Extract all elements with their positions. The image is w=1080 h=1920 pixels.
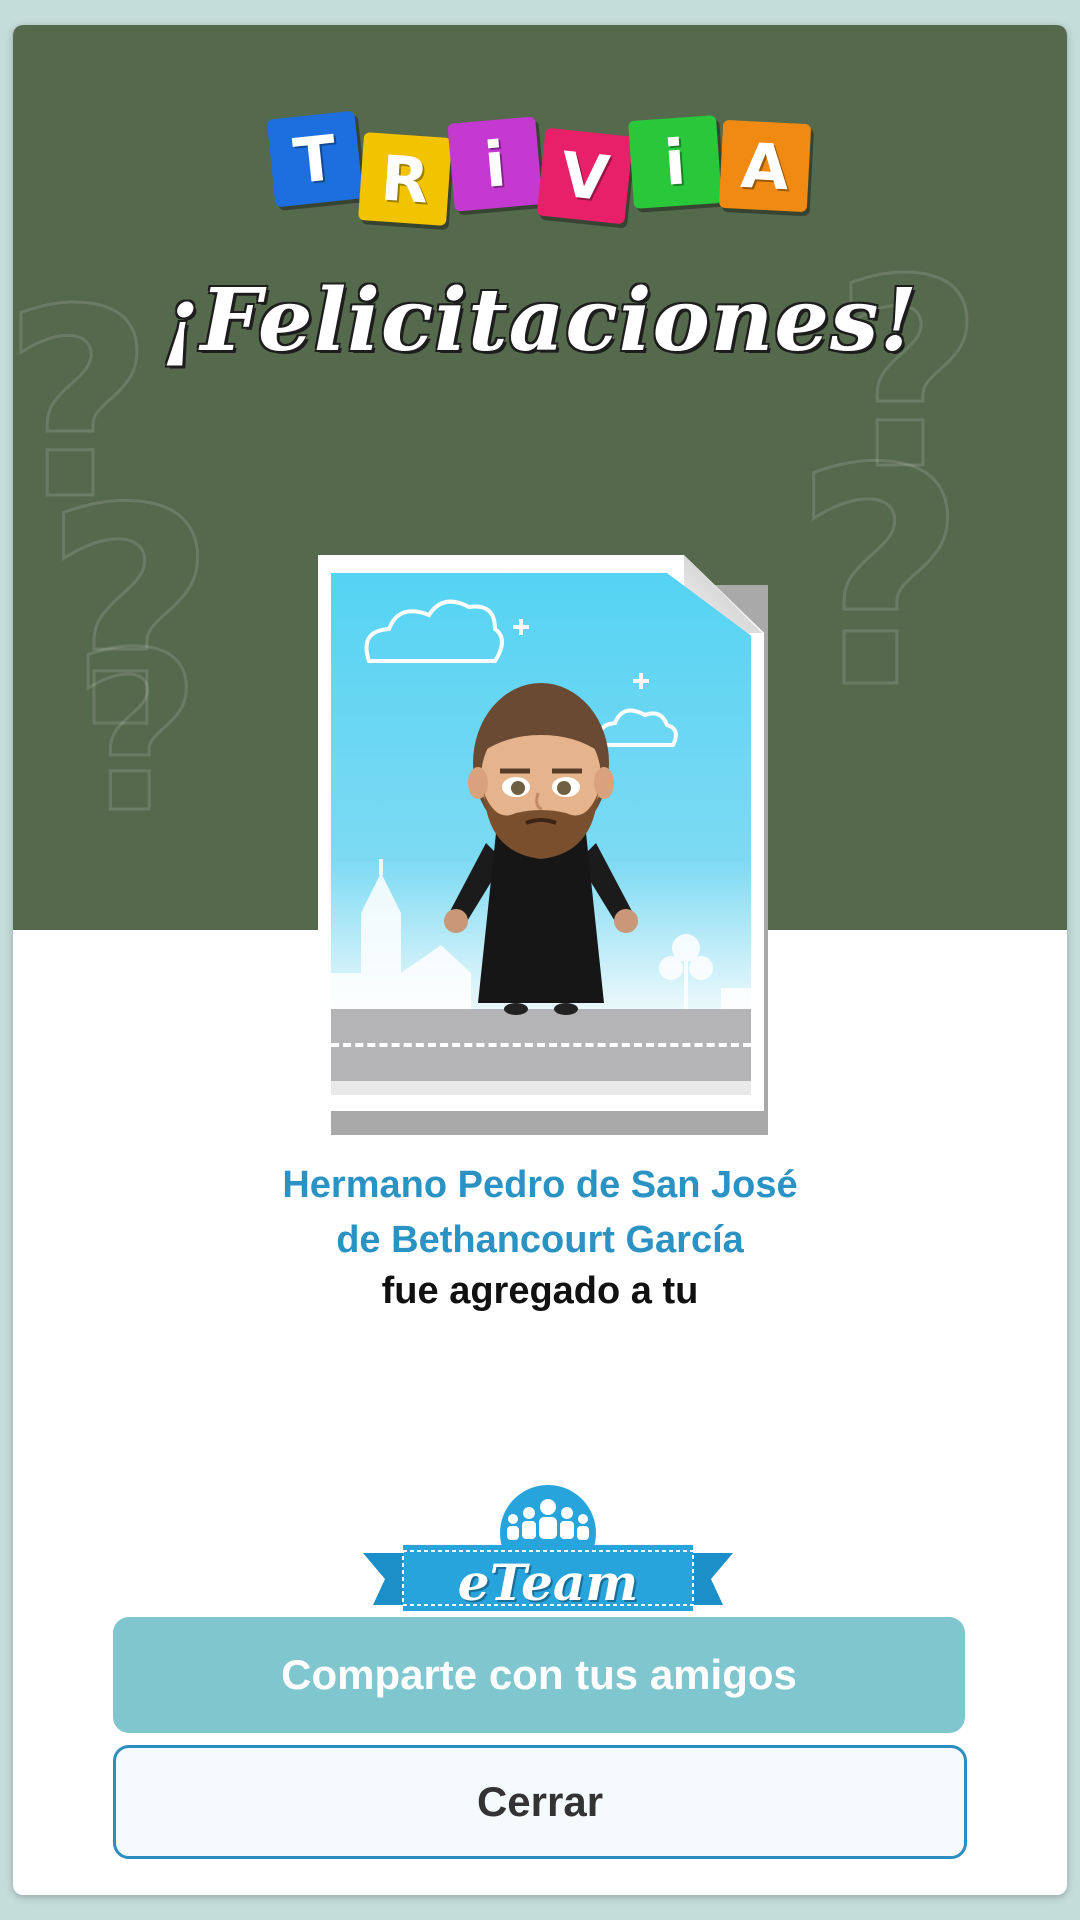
road-line (331, 1043, 751, 1047)
character-card (318, 555, 788, 1155)
character-name: Hermano Pedro de San José de Bethancourt… (13, 1158, 1067, 1268)
character-name-line1: Hermano Pedro de San José (282, 1164, 798, 1206)
question-mark-decoration: ? (72, 604, 203, 863)
character-avatar (444, 683, 638, 1015)
trivia-logo: T R i V i A (266, 100, 831, 240)
question-mark-decoration: ? (791, 404, 968, 756)
logo-letter: R (358, 132, 452, 226)
logo-letter: A (718, 119, 812, 213)
road-edge (331, 1081, 751, 1095)
added-message: fue agregado a tu (381, 1270, 699, 1312)
character-name-line2: de Bethancourt García (336, 1219, 744, 1261)
logo-letter: i (447, 116, 543, 212)
logo-letter: i (628, 115, 722, 209)
eteam-badge: eTeam (363, 1485, 733, 1635)
character-scene (331, 573, 751, 1095)
close-button[interactable]: Cerrar (113, 1745, 967, 1859)
page-title: ¡Felicitaciones! (161, 270, 919, 371)
logo-letter: T (266, 110, 364, 208)
eteam-label: eTeam (457, 1553, 639, 1612)
share-button[interactable]: Comparte con tus amigos (113, 1617, 965, 1733)
logo-letter: V (536, 127, 634, 225)
reward-dialog: ? ? ? ? ? T R i V i A ¡Felicitaciones! H… (13, 25, 1067, 1895)
